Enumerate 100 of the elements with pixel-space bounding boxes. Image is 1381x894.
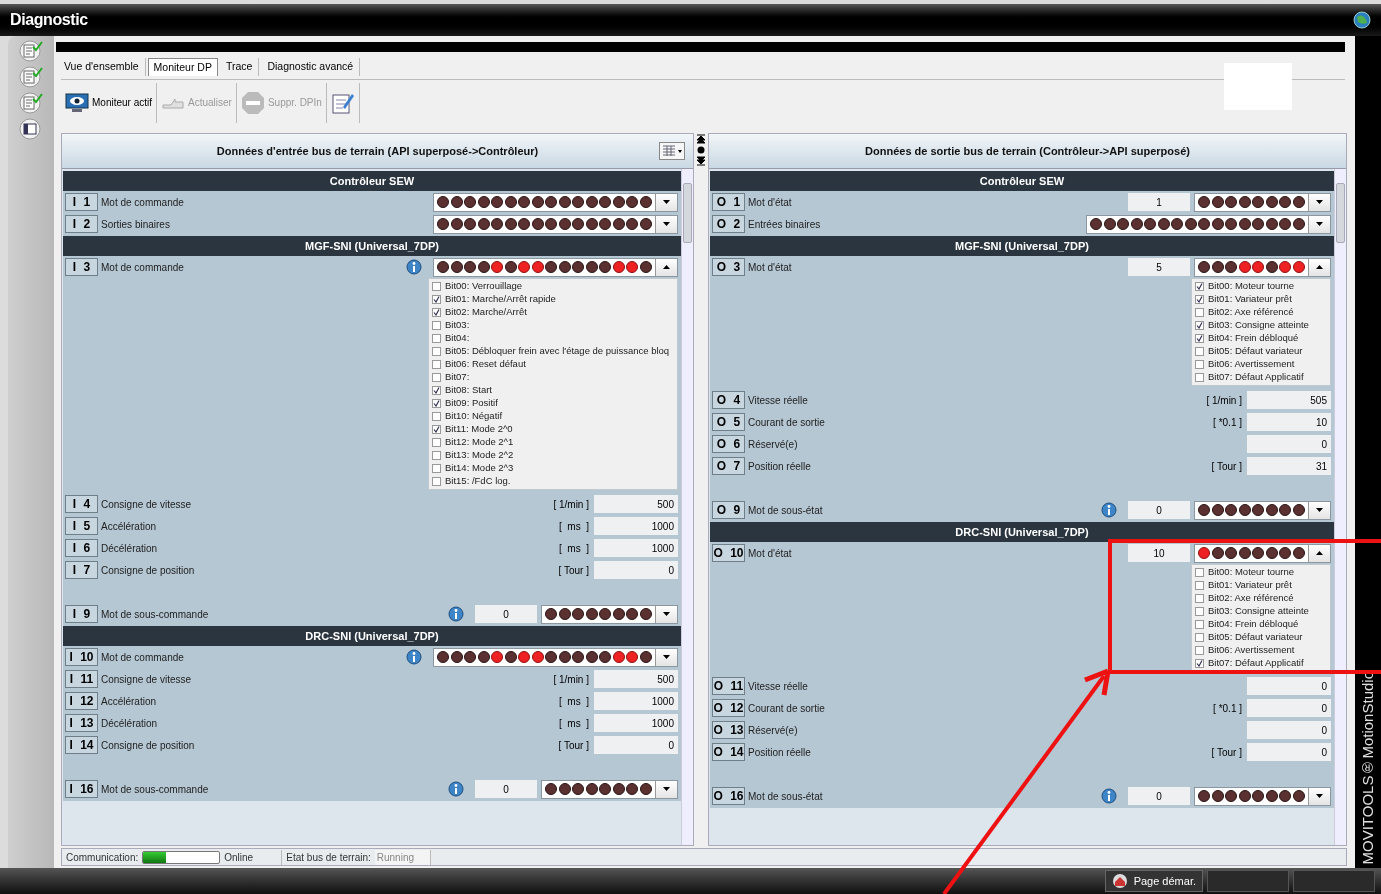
unit-label: [ ms ] [559, 519, 589, 534]
scrollbar[interactable] [681, 169, 693, 845]
tab[interactable]: Moniteur DP [147, 58, 218, 76]
tab[interactable]: Trace [219, 58, 260, 76]
bit-label: Bit03: Consigne atteinte [1208, 318, 1309, 333]
checkbox[interactable] [432, 399, 441, 408]
bit-label: Bit07: Défaut Applicatif [1208, 656, 1304, 671]
unit-label: [ ms ] [559, 716, 589, 731]
caret-icon [1316, 551, 1323, 555]
row-id: O 4 [712, 391, 745, 409]
value-field: 1000 [594, 539, 678, 557]
row-id: O 9 [712, 501, 745, 519]
checkbox[interactable] [432, 386, 441, 395]
dropdown-button[interactable] [655, 215, 677, 233]
info-icon[interactable] [405, 259, 423, 275]
bit-label: Bit03: Consigne atteinte [1208, 604, 1309, 619]
toolbar-button[interactable]: Moniteur actif [61, 82, 158, 123]
center-icon[interactable] [696, 145, 706, 155]
dropdown-button[interactable] [655, 605, 677, 623]
checkbox[interactable] [432, 321, 441, 330]
checkbox[interactable] [1195, 633, 1204, 642]
checkbox[interactable] [1195, 360, 1204, 369]
info-icon[interactable] [1100, 502, 1118, 518]
dropdown-button[interactable] [1308, 193, 1330, 211]
checkbox[interactable] [432, 373, 441, 382]
caret-icon [1316, 265, 1323, 269]
product-name: MOVITOOLS®MotionStudio [1357, 670, 1377, 864]
check-icon [433, 426, 440, 433]
checked-document-icon[interactable] [18, 66, 44, 88]
checkbox[interactable] [432, 308, 441, 317]
caret-icon [1316, 200, 1323, 204]
tab[interactable]: Vue d'ensemble [58, 58, 146, 76]
window-icon[interactable] [18, 118, 44, 140]
checkbox[interactable] [432, 347, 441, 356]
dropdown-button[interactable] [655, 193, 677, 211]
scroll-top-icon[interactable] [696, 134, 706, 144]
checkbox[interactable] [432, 464, 441, 473]
row-id: I 4 [65, 495, 98, 513]
checkbox[interactable] [432, 438, 441, 447]
dropdown-button[interactable] [1308, 258, 1330, 276]
checkbox[interactable] [432, 282, 441, 291]
dropdown-button[interactable] [655, 648, 677, 666]
checkbox[interactable] [1195, 646, 1204, 655]
checkbox[interactable] [1195, 620, 1204, 629]
checkbox[interactable] [1195, 321, 1204, 330]
checked-document-icon[interactable] [18, 40, 44, 62]
scrollbar-thumb[interactable] [683, 183, 692, 243]
info-icon[interactable] [405, 649, 423, 665]
scrollbar[interactable] [1334, 169, 1346, 845]
checkbox[interactable] [432, 295, 441, 304]
scroll-bottom-icon[interactable] [696, 156, 706, 166]
dropdown-button[interactable] [655, 780, 677, 798]
row-id: O 5 [712, 413, 745, 431]
checkbox[interactable] [1195, 581, 1204, 590]
signal-name: Courant de sortie [748, 701, 825, 716]
checkbox[interactable] [432, 451, 441, 460]
bit-label: Bit13: Mode 2^2 [445, 448, 514, 463]
tab[interactable]: Diagnostic avancé [261, 58, 361, 76]
checkbox[interactable] [1195, 607, 1204, 616]
checkbox[interactable] [1195, 334, 1204, 343]
checkbox[interactable] [1195, 594, 1204, 603]
caret-icon [663, 787, 670, 791]
checkbox[interactable] [1195, 295, 1204, 304]
dropdown-button[interactable] [1308, 501, 1330, 519]
checked-document-icon[interactable] [18, 92, 44, 114]
dropdown-button[interactable] [1308, 787, 1330, 805]
checkbox[interactable] [432, 360, 441, 369]
checkbox[interactable] [1195, 347, 1204, 356]
info-icon[interactable] [1100, 788, 1118, 804]
checkbox[interactable] [432, 425, 441, 434]
dropdown-button[interactable] [1308, 544, 1330, 562]
checkbox[interactable] [432, 477, 441, 486]
panel-title: Données de sortie bus de terrain (Contrôleur->API superposé) [865, 143, 1190, 159]
signal-name: Mot de sous-état [748, 503, 823, 518]
row-id: O 10 [712, 544, 745, 562]
dropdown-button[interactable] [1308, 215, 1330, 233]
globe-icon[interactable] [1353, 11, 1371, 29]
caret-icon [1316, 222, 1323, 226]
section-header: Contrôleur SEW [710, 171, 1334, 191]
checkbox[interactable] [1195, 568, 1204, 577]
value-field: 1000 [594, 517, 678, 535]
checkbox[interactable] [1195, 282, 1204, 291]
start-page-button[interactable]: Page démar. [1104, 870, 1203, 892]
dropdown-button[interactable] [655, 258, 677, 276]
caret-icon [1316, 794, 1323, 798]
info-icon[interactable] [447, 606, 465, 622]
checkbox[interactable] [1195, 373, 1204, 382]
scrollbar-thumb[interactable] [1336, 183, 1345, 243]
row-id: I 11 [65, 670, 98, 688]
signal-name: Mot de commande [101, 650, 184, 665]
info-icon[interactable] [447, 781, 465, 797]
bit-label: Bit04: Frein débloqué [1208, 617, 1299, 632]
signal-name: Position réelle [748, 745, 811, 760]
checkbox[interactable] [1195, 659, 1204, 668]
checkbox[interactable] [432, 412, 441, 421]
signal-name: Consigne de position [101, 738, 195, 753]
check-icon [1196, 660, 1203, 667]
checkbox[interactable] [1195, 308, 1204, 317]
columns-dropdown-button[interactable] [659, 142, 685, 160]
checkbox[interactable] [432, 334, 441, 343]
